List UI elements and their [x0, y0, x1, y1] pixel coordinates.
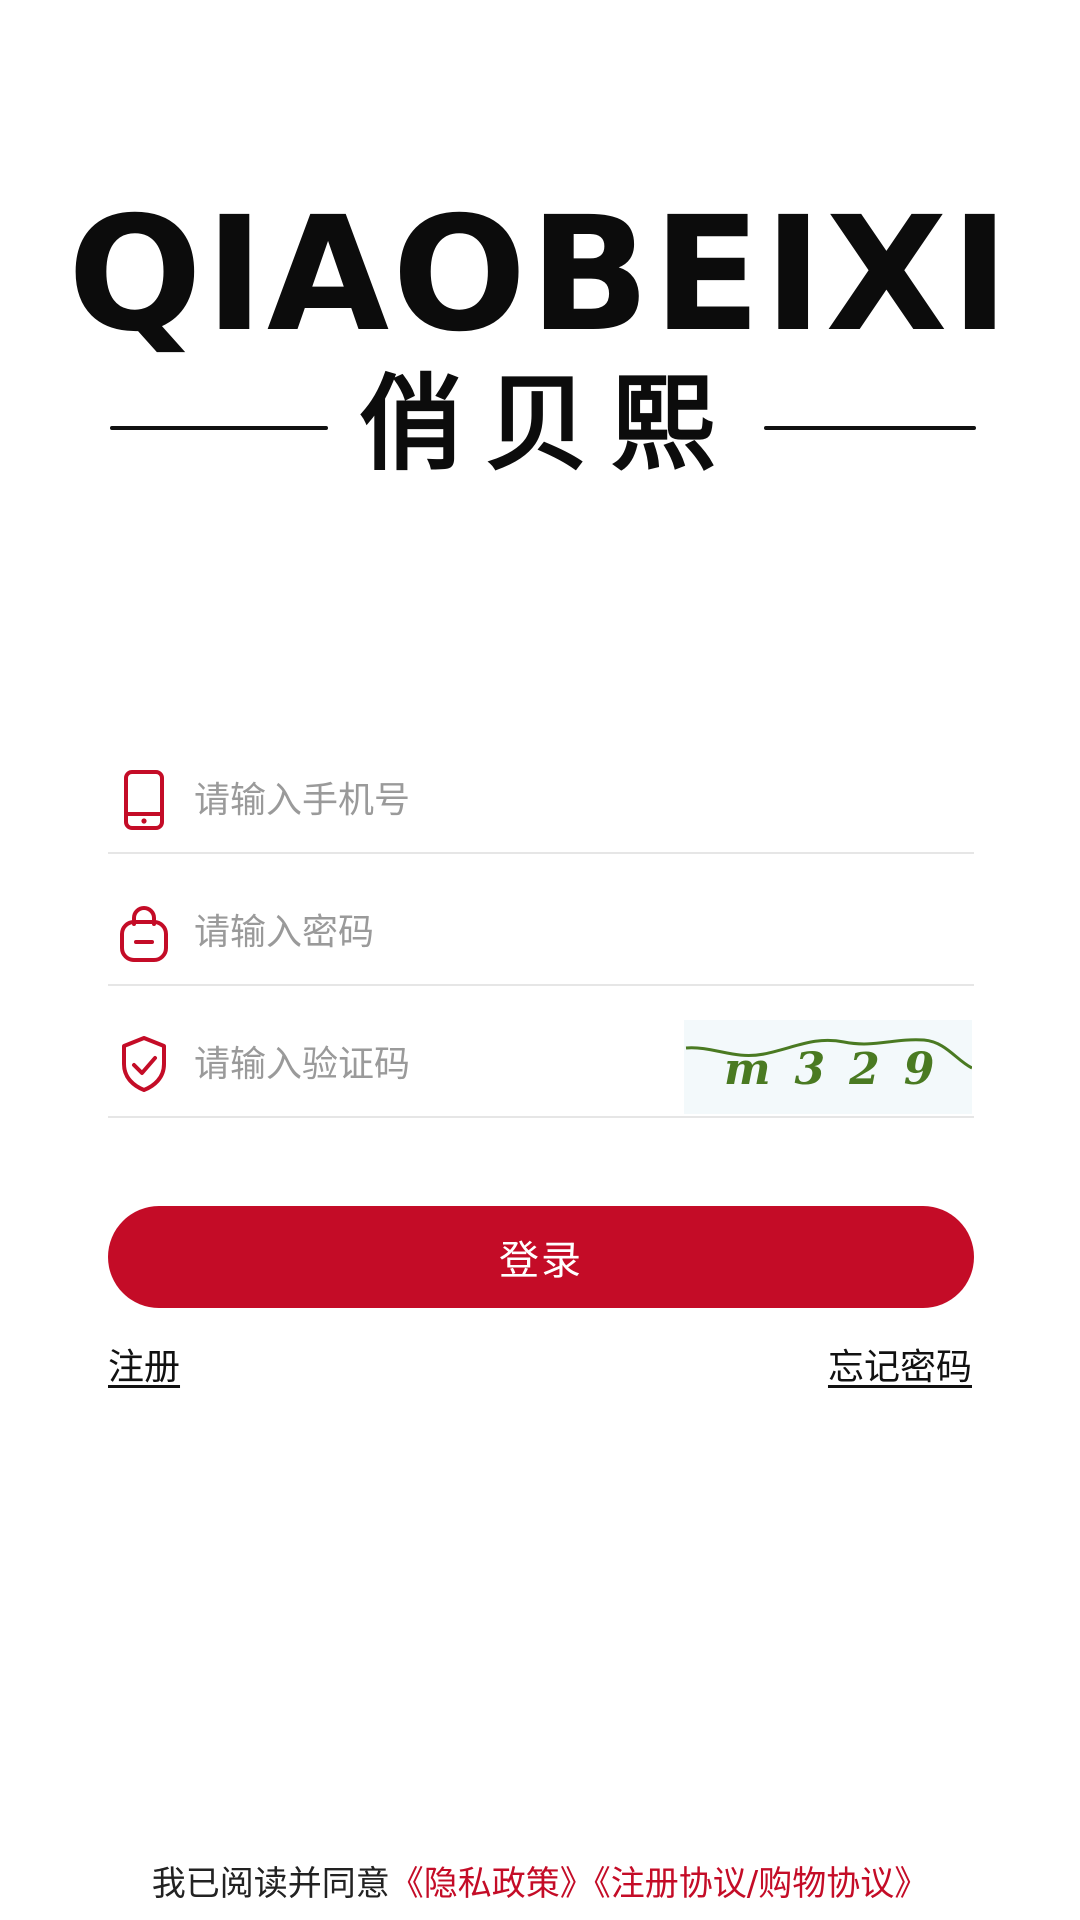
lock-icon	[120, 906, 168, 962]
captcha-field: m329	[108, 984, 974, 1118]
shield-check-icon	[122, 1036, 166, 1092]
captcha-code: m329	[724, 1044, 958, 1095]
forgot-password-link[interactable]: 忘记密码	[828, 1344, 972, 1392]
agreement-prefix: 我已阅读并同意	[151, 1864, 390, 1904]
brand-rule-right	[764, 426, 976, 430]
brand-subtitle-row: 俏贝熙	[110, 368, 976, 480]
brand-chinese-name: 俏贝熙	[358, 362, 737, 485]
register-link[interactable]: 注册	[108, 1344, 180, 1392]
privacy-policy-link[interactable]: 《隐私政策》	[390, 1864, 594, 1904]
terms-agreement-link[interactable]: 《注册协议/购物协议》	[594, 1864, 928, 1904]
mobile-phone-icon	[124, 770, 164, 830]
phone-field	[108, 720, 974, 854]
password-input[interactable]	[194, 902, 754, 962]
brand-wordmark: QIAOBEIXI	[67, 183, 1013, 367]
login-button[interactable]: 登录	[108, 1206, 974, 1308]
phone-input[interactable]	[194, 770, 754, 830]
password-field	[108, 852, 974, 986]
captcha-image[interactable]: m329	[684, 1020, 972, 1114]
brand-rule-left	[110, 426, 328, 430]
agreement-text: 我已阅读并同意《隐私政策》《注册协议/购物协议》	[0, 1860, 1080, 1908]
captcha-input[interactable]	[194, 1034, 674, 1094]
